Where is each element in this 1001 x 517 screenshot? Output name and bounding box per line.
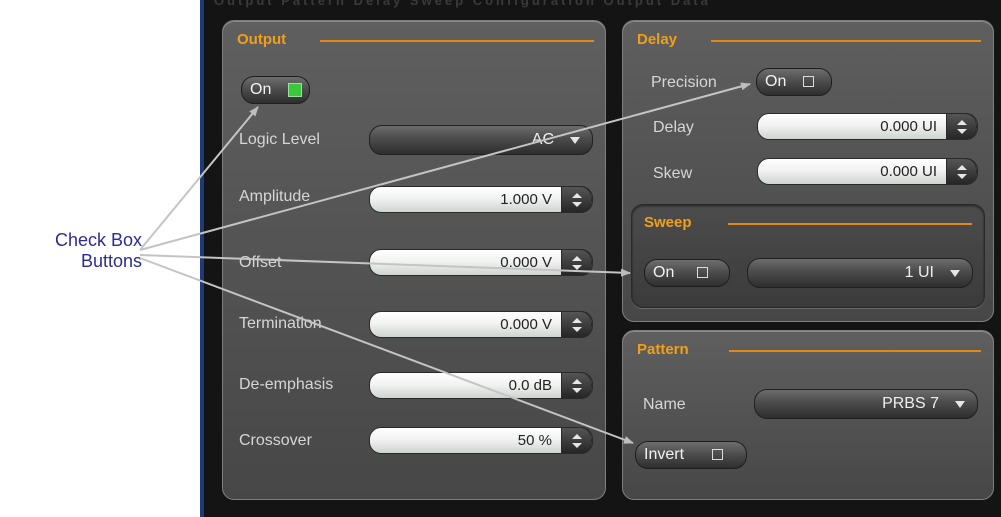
pattern-name-value: PRBS 7 (882, 395, 939, 412)
spinner-arrows-icon (572, 379, 582, 393)
invert-checkbox-icon (712, 449, 723, 460)
sweep-range-value: 1 UI (904, 264, 934, 281)
deemphasis-spinner[interactable] (561, 372, 592, 399)
output-on-label: On (250, 81, 272, 98)
pattern-panel: Pattern Name PRBS 7 Invert (622, 330, 994, 500)
termination-spinner[interactable] (561, 311, 592, 338)
amplitude-field[interactable]: 1.000 V (369, 186, 593, 213)
termination-value: 0.000 V (500, 316, 552, 333)
logic-level-dropdown[interactable]: AC (369, 125, 593, 155)
termination-field[interactable]: 0.000 V (369, 311, 593, 338)
sweep-panel: Sweep On 1 UI (631, 204, 985, 308)
skew-spinner[interactable] (946, 158, 977, 185)
offset-spinner[interactable] (561, 249, 592, 276)
pattern-title: Pattern (637, 341, 689, 358)
amplitude-value: 1.000 V (500, 191, 552, 208)
deemphasis-field[interactable]: 0.0 dB (369, 372, 593, 399)
precision-on-button[interactable]: On (756, 68, 832, 96)
chevron-down-icon (570, 137, 580, 144)
sweep-title: Sweep (644, 214, 692, 231)
crossover-label: Crossover (239, 432, 312, 449)
output-title: Output (237, 31, 287, 48)
app-window: Output Pattern Delay Sweep Configuration… (200, 0, 1001, 517)
spinner-arrows-icon (957, 165, 967, 179)
offset-label: Offset (239, 254, 282, 271)
delay-panel: Delay Precision On Delay 0.000 UI Skew 0… (622, 20, 994, 322)
sweep-on-label: On (653, 264, 675, 281)
crossover-value: 50 % (517, 432, 552, 449)
output-on-checkbox-icon (288, 83, 302, 97)
delay-spinner[interactable] (946, 113, 977, 140)
annotation-label: Check Box Buttons (2, 230, 142, 272)
invert-button[interactable]: Invert (635, 441, 747, 469)
precision-on-label: On (765, 73, 787, 90)
output-title-rule (320, 40, 594, 42)
amplitude-label: Amplitude (239, 188, 311, 205)
sweep-range-dropdown[interactable]: 1 UI (747, 258, 973, 288)
precision-label: Precision (651, 74, 717, 91)
delay-field[interactable]: 0.000 UI (757, 113, 978, 140)
logic-level-value: AC (531, 131, 554, 148)
output-on-button[interactable]: On (241, 76, 310, 104)
output-panel: Output On Logic Level AC Amplitude 1.000… (222, 20, 606, 500)
offset-value: 0.000 V (500, 254, 552, 271)
logic-level-label: Logic Level (239, 131, 320, 148)
spinner-arrows-icon (572, 318, 582, 332)
delay-title: Delay (637, 31, 678, 48)
amplitude-spinner[interactable] (561, 186, 592, 213)
skew-field[interactable]: 0.000 UI (757, 158, 978, 185)
spinner-arrows-icon (957, 120, 967, 134)
pattern-title-rule (729, 350, 981, 352)
pattern-name-dropdown[interactable]: PRBS 7 (754, 389, 978, 419)
spinner-arrows-icon (572, 434, 582, 448)
spinner-arrows-icon (572, 193, 582, 207)
crossover-field[interactable]: 50 % (369, 427, 593, 454)
invert-label: Invert (644, 446, 685, 463)
offset-field[interactable]: 0.000 V (369, 249, 593, 276)
skew-label: Skew (653, 165, 693, 182)
precision-checkbox-icon (803, 76, 814, 87)
delay-title-rule (711, 40, 981, 42)
chevron-down-icon (955, 401, 965, 408)
delay-label: Delay (653, 119, 694, 136)
deemphasis-value: 0.0 dB (508, 377, 552, 394)
sweep-checkbox-icon (697, 267, 708, 278)
chevron-down-icon (950, 270, 960, 277)
delay-value: 0.000 UI (880, 118, 937, 135)
crossover-spinner[interactable] (561, 427, 592, 454)
top-strip: Output Pattern Delay Sweep Configuration… (214, 0, 711, 8)
spinner-arrows-icon (572, 256, 582, 270)
termination-label: Termination (239, 315, 322, 332)
sweep-on-button[interactable]: On (644, 259, 730, 287)
skew-value: 0.000 UI (880, 163, 937, 180)
deemphasis-label: De-emphasis (239, 376, 334, 393)
sweep-title-rule (728, 223, 972, 225)
annotation-line-1: Check Box (54, 230, 142, 250)
pattern-name-label: Name (643, 396, 686, 413)
annotation-line-2: Buttons (80, 251, 142, 271)
